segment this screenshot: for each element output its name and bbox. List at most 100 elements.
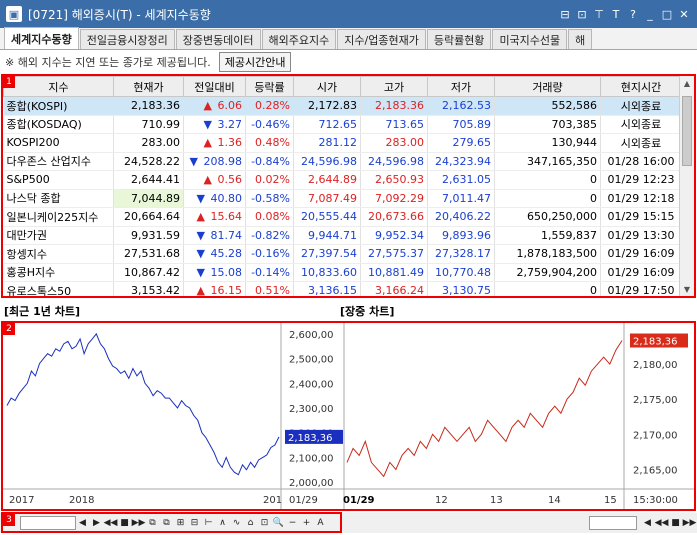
provide-time-button[interactable]: 제공시간안내 (218, 52, 292, 72)
table-row[interactable]: 대만가권 9,931.59 ▼ 81.74 -0.82% 9,944.71 9,952.34… (3, 226, 682, 245)
cell-low: 10,770.48 (427, 263, 495, 282)
table-row[interactable]: 항셍지수 27,531.68 ▼ 45.28 -0.16% 27,397.54 27,575… (3, 244, 682, 264)
window-control-icon-2[interactable]: ⊤ (592, 7, 606, 21)
toolbar-right-icon-2[interactable]: ■ (669, 517, 682, 530)
cell-price: 9,931.59 (113, 226, 184, 245)
toolbar-right-icon-3[interactable]: ▶▶ (683, 517, 697, 530)
window-control-icon-0[interactable]: ⊟ (558, 7, 572, 21)
cell-price: 24,528.22 (113, 152, 184, 171)
cell-change: ▲ 1.36 (183, 133, 246, 153)
cell-low: 279.65 (427, 133, 495, 153)
cell-time: 01/28 16:00 (600, 152, 682, 171)
cell-open: 281.12 (293, 133, 361, 153)
cell-price: 27,531.68 (113, 244, 184, 264)
toolbar-scroll-right[interactable] (589, 516, 637, 530)
x-tick-left-date: 01/29 (289, 495, 318, 506)
cell-time: 01/29 13:30 (600, 226, 682, 245)
column-header-1[interactable]: 현재가 (113, 76, 184, 97)
column-header-7[interactable]: 거래량 (494, 76, 601, 97)
cell-low: 705.89 (427, 115, 495, 134)
cell-high: 3,166.24 (360, 281, 428, 296)
down-arrow-icon: ▼ (196, 265, 205, 279)
window-control-icon-6[interactable]: □ (660, 7, 674, 21)
cell-open: 2,172.83 (293, 96, 361, 116)
chart-bg (3, 323, 694, 509)
cell-open: 10,833.60 (293, 263, 361, 282)
cell-change: ▼ 208.98 (183, 152, 246, 171)
cell-low: 7,011.47 (427, 189, 495, 208)
cell-volume: 650,250,000 (494, 207, 601, 227)
column-header-4[interactable]: 시가 (293, 76, 361, 97)
tab-2[interactable]: 장중변동데이터 (175, 29, 261, 49)
table-row[interactable]: 홍콩H지수 10,867.42 ▼ 15.08 -0.14% 10,833.60 10,88… (3, 263, 682, 282)
cell-name: 대만가권 (3, 226, 114, 245)
cell-low: 27,328.17 (427, 244, 495, 264)
tab-7[interactable]: 해 (568, 29, 593, 49)
toolbar-right-icon-1[interactable]: ◀◀ (655, 517, 669, 530)
window-control-icon-7[interactable]: ✕ (677, 7, 691, 21)
cell-volume: 0 (494, 170, 601, 190)
up-arrow-icon: ▲ (203, 173, 212, 187)
tab-4[interactable]: 지수/업종현재가 (337, 29, 426, 49)
cell-volume: 552,586 (494, 96, 601, 116)
y-tick-label-1-1: 2,175,00 (633, 395, 678, 406)
tab-1[interactable]: 전일금융시장정리 (79, 29, 175, 49)
cell-high: 283.00 (360, 133, 428, 153)
table-row[interactable]: 유로스톡스50 3,153.42 ▲ 16.15 0.51% 3,136.15 3,166.… (3, 281, 682, 296)
cell-time: 01/29 12:23 (600, 170, 682, 190)
x-tick-label-1-1: 12 (435, 495, 448, 506)
cell-high: 2,183.36 (360, 96, 428, 116)
table-row[interactable]: S&P500 2,644.41 ▲ 0.56 0.02% 2,644.89 2,650.93… (3, 170, 682, 190)
index-table: 지수 현재가 전일대비 등락률 시가 고가 저가 거래량 현지시간 종합(KOSPI) 2,183… (3, 76, 682, 296)
toolbar-right-icon-0[interactable]: ◀ (641, 517, 654, 530)
table-row[interactable]: 종합(KOSDAQ) 710.99 ▼ 3.27 -0.46% 712.65 713.65 7… (3, 115, 682, 134)
window-control-icon-1[interactable]: ⊡ (575, 7, 589, 21)
tab-3[interactable]: 해외주요지수 (261, 29, 337, 49)
cell-rate: 0.02% (245, 170, 294, 190)
cell-volume: 0 (494, 189, 601, 208)
cell-name: 종합(KOSDAQ) (3, 115, 114, 134)
cell-price: 283.00 (113, 133, 184, 153)
y-tick-label-1-2: 2,170,00 (633, 430, 678, 441)
cell-name: 일본니케이225지수 (3, 207, 114, 227)
cell-time: 01/29 16:09 (600, 244, 682, 264)
change-value: 208.98 (203, 154, 243, 168)
window-control-icon-4[interactable]: ? (626, 7, 640, 21)
x-tick-label-1-5: 15:30:00 (633, 495, 678, 506)
cell-rate: -0.84% (245, 152, 294, 171)
x-tick-label-1-2: 13 (490, 495, 503, 506)
scroll-thumb[interactable] (682, 96, 692, 166)
table-row[interactable]: 나스닥 종합 7,044.89 ▼ 40.80 -0.58% 7,087.49 7,092.… (3, 189, 682, 208)
column-header-6[interactable]: 저가 (427, 76, 495, 97)
tab-6[interactable]: 미국지수선물 (492, 29, 568, 49)
table-row[interactable]: 종합(KOSPI) 2,183.36 ▲ 6.06 0.28% 2,172.83 2,183… (3, 96, 682, 116)
window-control-icon-3[interactable]: T (609, 7, 623, 21)
cell-volume: 130,944 (494, 133, 601, 153)
x-tick-label-0-0: 2017 (9, 495, 34, 506)
tab-5[interactable]: 등락률현황 (426, 29, 492, 49)
window-control-icon-5[interactable]: _ (643, 7, 657, 21)
scroll-up-icon[interactable]: ▲ (680, 76, 694, 90)
table-row[interactable]: 일본니케이225지수 20,664.64 ▲ 15.64 0.08% 20,555.44 2… (3, 207, 682, 227)
table-scrollbar[interactable]: ▲ ▼ (679, 76, 694, 296)
column-header-3[interactable]: 등락률 (245, 76, 294, 97)
column-header-5[interactable]: 고가 (360, 76, 428, 97)
tab-0[interactable]: 세계지수동향 (4, 27, 79, 49)
toolbar-panel: 3 (1, 512, 342, 533)
cell-change: ▼ 45.28 (183, 244, 246, 264)
cell-change: ▲ 6.06 (183, 96, 246, 116)
column-header-0[interactable]: 지수 (3, 76, 114, 97)
cell-volume: 347,165,350 (494, 152, 601, 171)
scroll-down-icon[interactable]: ▼ (680, 282, 694, 296)
table-row[interactable]: 다우존스 산업지수 24,528.22 ▼ 208.98 -0.84% 24,596.98… (3, 152, 682, 171)
y-tick-label-1-3: 2,165,00 (633, 465, 678, 476)
down-arrow-icon: ▼ (189, 154, 198, 168)
last-value-label-1: 2,183,36 (633, 337, 678, 348)
column-header-2[interactable]: 전일대비 (183, 76, 246, 97)
down-arrow-icon: ▼ (196, 191, 205, 205)
table-row[interactable]: KOSPI200 283.00 ▲ 1.36 0.48% 281.12 283.00 279.… (3, 133, 682, 153)
cell-time: 01/29 16:09 (600, 263, 682, 282)
cell-low: 24,323.94 (427, 152, 495, 171)
panel-badge-1: 1 (3, 76, 15, 88)
column-header-8[interactable]: 현지시간 (600, 76, 682, 97)
